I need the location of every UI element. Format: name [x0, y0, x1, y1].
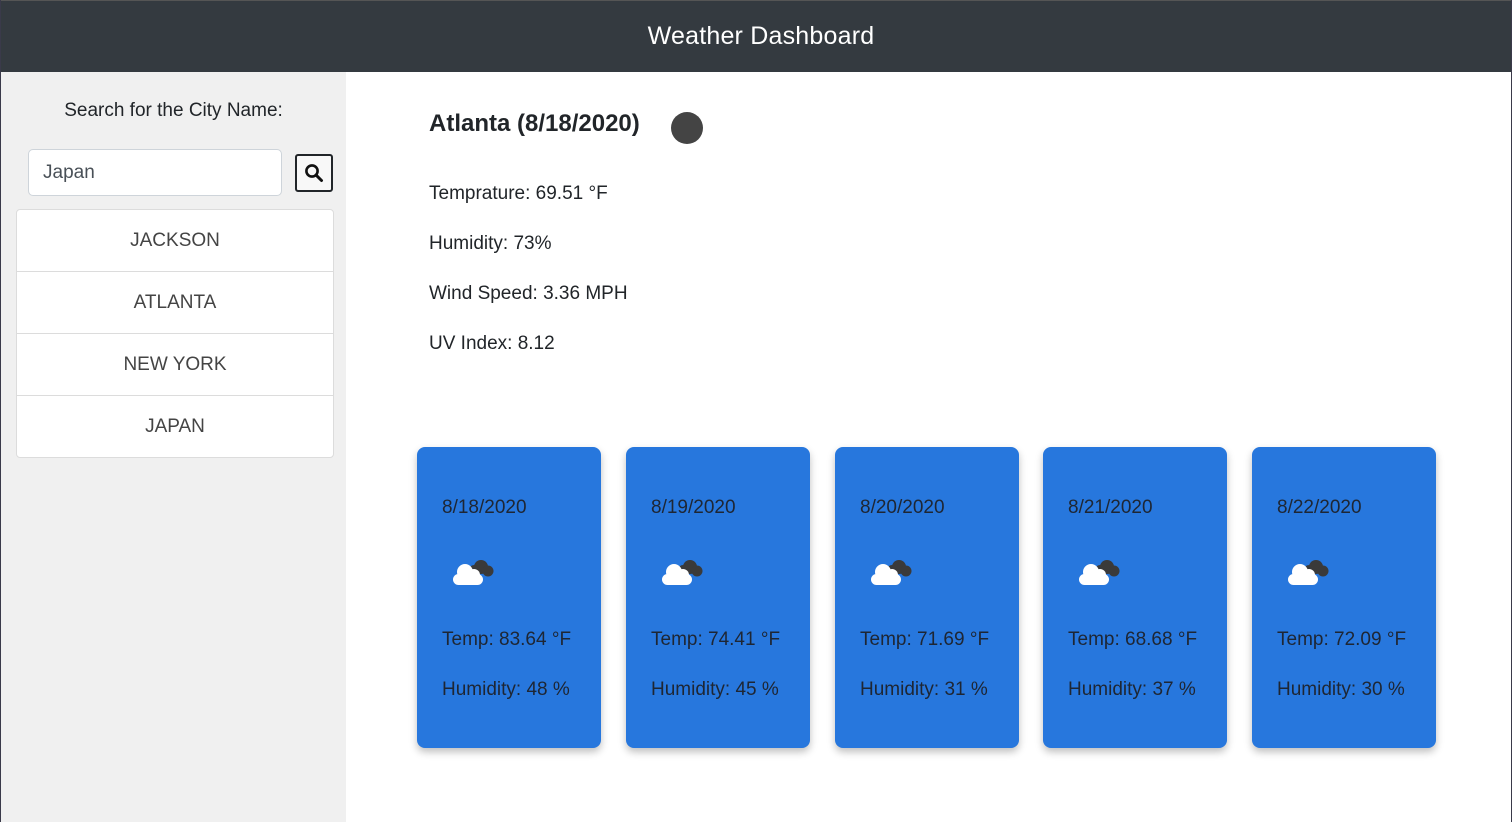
- forecast-card: 8/18/2020 Temp: 83.64 °F Humidity: 48 %: [417, 447, 601, 748]
- forecast-date: 8/18/2020: [442, 497, 527, 518]
- navbar: Weather Dashboard: [1, 0, 1511, 72]
- forecast-humidity: Humidity: 30 %: [1277, 679, 1405, 700]
- cloudy-icon: [453, 560, 494, 585]
- cloudy-icon: [1079, 560, 1120, 585]
- forecast-date: 8/20/2020: [860, 497, 945, 518]
- forecast-temp: Temp: 72.09 °F: [1277, 629, 1407, 650]
- forecast-card: 8/20/2020 Temp: 71.69 °F Humidity: 31 %: [835, 447, 1019, 748]
- current-wind-speed: Wind Speed: 3.36 MPH: [429, 283, 628, 304]
- forecast-temp: Temp: 74.41 °F: [651, 629, 781, 650]
- cloudy-icon: [871, 560, 912, 585]
- forecast-card: 8/21/2020 Temp: 68.68 °F Humidity: 37 %: [1043, 447, 1227, 748]
- forecast-temp: Temp: 68.68 °F: [1068, 629, 1198, 650]
- current-humidity: Humidity: 73%: [429, 233, 552, 254]
- weather-icon: [671, 112, 703, 144]
- forecast-date: 8/21/2020: [1068, 497, 1153, 518]
- sidebar: Search for the City Name: JACKSON ATLANT…: [1, 72, 346, 822]
- current-city-title: Atlanta (8/18/2020): [429, 110, 640, 137]
- city-item-atlanta[interactable]: ATLANTA: [17, 272, 333, 334]
- forecast-temp: Temp: 71.69 °F: [860, 629, 990, 650]
- search-button[interactable]: [295, 154, 333, 192]
- forecast-card: 8/19/2020 Temp: 74.41 °F Humidity: 45 %: [626, 447, 810, 748]
- city-item-japan[interactable]: JAPAN: [17, 396, 333, 457]
- search-label: Search for the City Name:: [64, 100, 283, 121]
- app-title: Weather Dashboard: [647, 22, 875, 50]
- forecast-date: 8/19/2020: [651, 497, 736, 518]
- forecast-humidity: Humidity: 31 %: [860, 679, 988, 700]
- main-content: Atlanta (8/18/2020) Temprature: 69.51 °F…: [346, 72, 1511, 822]
- forecast-humidity: Humidity: 48 %: [442, 679, 570, 700]
- cloudy-icon: [662, 560, 703, 585]
- forecast-humidity: Humidity: 37 %: [1068, 679, 1196, 700]
- forecast-date: 8/22/2020: [1277, 497, 1362, 518]
- cloudy-icon: [1288, 560, 1329, 585]
- forecast-card: 8/22/2020 Temp: 72.09 °F Humidity: 30 %: [1252, 447, 1436, 748]
- city-item-jackson[interactable]: JACKSON: [17, 210, 333, 272]
- search-input[interactable]: [28, 149, 282, 196]
- search-icon: [305, 164, 323, 182]
- city-item-new-york[interactable]: NEW YORK: [17, 334, 333, 396]
- city-history-list: JACKSON ATLANTA NEW YORK JAPAN: [16, 209, 334, 458]
- current-uv-index: UV Index: 8.12: [429, 333, 555, 354]
- forecast-temp: Temp: 83.64 °F: [442, 629, 572, 650]
- forecast-humidity: Humidity: 45 %: [651, 679, 779, 700]
- current-temperature: Temprature: 69.51 °F: [429, 183, 608, 204]
- app-window: Weather Dashboard Search for the City Na…: [0, 0, 1512, 822]
